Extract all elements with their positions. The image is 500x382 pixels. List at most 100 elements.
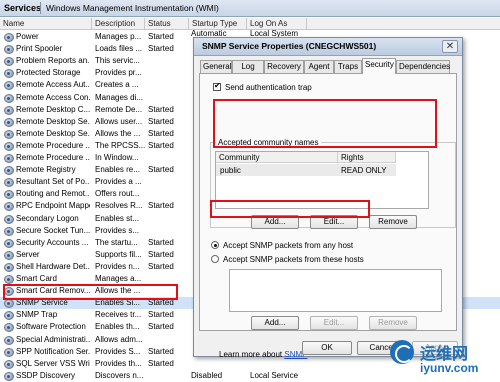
service-gear-icon xyxy=(4,45,14,55)
service-name: SQL Server VSS Wri... xyxy=(16,358,90,368)
community-highlight xyxy=(213,99,437,148)
service-gear-icon xyxy=(4,371,14,381)
accept-these-hosts-radio[interactable] xyxy=(211,255,219,263)
service-status: Started xyxy=(148,201,174,211)
service-description: Provides s... xyxy=(95,225,140,235)
service-name: Remote Desktop C... xyxy=(16,104,90,114)
service-gear-icon xyxy=(4,81,14,91)
service-description: Provides a ... xyxy=(95,177,142,187)
service-status: Started xyxy=(148,358,174,368)
community-header[interactable]: Community xyxy=(216,152,338,163)
tab-security[interactable]: Security xyxy=(362,58,396,74)
hosts-list[interactable] xyxy=(229,269,442,312)
service-status: Started xyxy=(148,104,174,114)
service-description: Offers rout... xyxy=(95,189,140,199)
tab-log-on[interactable]: Log On xyxy=(232,60,264,83)
ok-button[interactable]: OK xyxy=(302,341,352,355)
service-status: Started xyxy=(148,140,174,150)
service-name: Remote Desktop Se... xyxy=(16,116,90,126)
service-description: Manages di... xyxy=(95,92,144,102)
add-host-button[interactable]: Add... xyxy=(251,316,299,330)
service-gear-icon xyxy=(4,129,14,139)
service-name: Security Accounts ... xyxy=(16,237,89,247)
service-description: The startu... xyxy=(95,237,138,247)
selected-service-title: Windows Management Instrumentation (WMI) xyxy=(46,3,219,13)
service-description: Supports fil... xyxy=(95,249,142,259)
service-description: Creates a ... xyxy=(95,80,139,90)
service-description: Provides S... xyxy=(95,346,141,356)
service-name: Remote Access Con... xyxy=(16,92,90,102)
service-gear-icon xyxy=(4,154,14,163)
accept-any-host-radio[interactable] xyxy=(211,241,219,249)
service-status: Started xyxy=(148,322,174,332)
service-name: Remote Registry xyxy=(16,165,76,175)
accept-these-hosts-label: Accept SNMP packets from these hosts xyxy=(223,255,364,264)
service-gear-icon xyxy=(4,190,14,200)
service-status: Started xyxy=(148,237,174,247)
service-gear-icon xyxy=(4,57,14,67)
service-gear-icon xyxy=(4,214,14,224)
service-description: Enables re... xyxy=(95,165,140,175)
community-cell: public xyxy=(220,166,241,175)
service-description: Allows adm... xyxy=(95,334,143,344)
service-status: Started xyxy=(148,116,174,126)
service-gear-icon xyxy=(4,178,14,188)
rights-header[interactable]: Rights xyxy=(338,152,396,163)
snmp-properties-dialog: SNMP Service Properties (CNEGCHWS501) ✕ … xyxy=(193,37,463,359)
service-gear-icon xyxy=(4,105,14,115)
remove-community-button[interactable]: Remove xyxy=(369,215,417,229)
tab-recovery[interactable]: Recovery xyxy=(264,60,304,73)
tab-general[interactable]: General xyxy=(200,60,232,73)
service-description: Provides n... xyxy=(95,261,140,271)
rights-cell: READ ONLY xyxy=(341,166,387,175)
checkmark-icon: ✔ xyxy=(214,81,221,90)
service-name: Secondary Logon xyxy=(16,213,79,223)
dialog-title-bar: SNMP Service Properties (CNEGCHWS501) ✕ xyxy=(194,38,462,56)
watermark-logo-icon xyxy=(390,340,414,364)
service-gear-icon xyxy=(4,93,14,103)
service-gear-icon xyxy=(4,335,14,345)
service-gear-icon xyxy=(4,202,14,212)
service-name: Routing and Remot... xyxy=(16,189,90,199)
accept-any-host-label: Accept SNMP packets from any host xyxy=(223,241,354,250)
title-separator xyxy=(40,2,41,14)
edit-host-button[interactable]: Edit... xyxy=(310,316,358,330)
service-description: The RPCSS... xyxy=(95,140,145,150)
services-title-bar: Services Windows Management Instrumentat… xyxy=(0,0,500,17)
remove-host-button[interactable]: Remove xyxy=(369,316,417,330)
service-log-on-as: Local Service xyxy=(250,370,299,380)
service-status: Started xyxy=(148,44,174,54)
service-status: Started xyxy=(148,261,174,271)
service-description: Enables th... xyxy=(95,322,140,332)
service-description: Discovers n... xyxy=(95,370,144,380)
service-gear-icon xyxy=(4,166,14,176)
service-name: RPC Endpoint Mapper xyxy=(16,201,90,211)
service-name: Remote Desktop Se... xyxy=(16,128,90,138)
tab-agent[interactable]: Agent xyxy=(304,60,334,73)
service-description: Loads files ... xyxy=(95,44,143,54)
service-status: Started xyxy=(148,128,174,138)
service-description: Allows the ... xyxy=(95,128,141,138)
service-name: SNMP Trap xyxy=(16,310,58,320)
service-gear-icon xyxy=(4,226,14,236)
service-name: Remote Access Aut... xyxy=(16,80,90,90)
service-description: Remote De... xyxy=(95,104,143,114)
service-description: Provides pr... xyxy=(95,68,142,78)
service-name: SSDP Discovery xyxy=(16,370,75,380)
service-status: Started xyxy=(148,346,174,356)
service-name: Remote Procedure ... xyxy=(16,140,90,150)
service-gear-icon xyxy=(4,359,14,369)
close-icon[interactable]: ✕ xyxy=(442,40,458,53)
any-host-highlight xyxy=(210,200,370,218)
service-gear-icon xyxy=(4,347,14,357)
service-name: Problem Reports an... xyxy=(16,56,90,66)
send-auth-trap-checkbox[interactable]: ✔ xyxy=(213,81,221,91)
tab-dependencies[interactable]: Dependencies xyxy=(396,60,450,73)
service-description: In Window... xyxy=(95,153,139,162)
service-status: Started xyxy=(148,165,174,175)
site-watermark: 运维网 iyunv.com xyxy=(390,338,500,382)
watermark-line2: iyunv.com xyxy=(420,361,479,375)
service-gear-icon xyxy=(4,141,14,151)
tab-traps[interactable]: Traps xyxy=(334,60,362,73)
learn-more-prefix: Learn more about xyxy=(219,350,285,359)
